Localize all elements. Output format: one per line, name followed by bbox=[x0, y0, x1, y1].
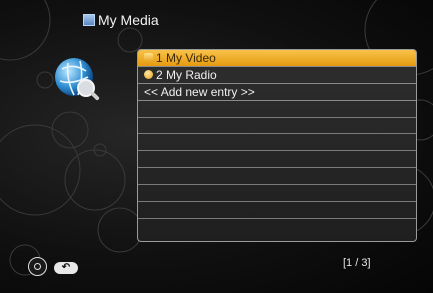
list-item-my-video[interactable]: 1 My Video bbox=[138, 50, 416, 67]
media-list: 1 My Video 2 My Radio << Add new entry >… bbox=[137, 49, 417, 242]
radio-icon bbox=[144, 70, 153, 80]
list-item-empty bbox=[138, 101, 416, 118]
list-item-empty bbox=[138, 151, 416, 169]
media-screen: My Media 1 My Video 2 My Radio << Add ne… bbox=[0, 0, 433, 293]
header: My Media bbox=[83, 10, 159, 30]
navigation-pad-icon[interactable] bbox=[28, 257, 47, 276]
video-folder-icon bbox=[144, 53, 153, 63]
list-item-label: 1 My Video bbox=[156, 50, 216, 65]
list-item-empty bbox=[138, 185, 416, 203]
list-item-label: 2 My Radio bbox=[156, 67, 217, 82]
list-item-my-radio[interactable]: 2 My Radio bbox=[138, 67, 416, 84]
list-item-empty bbox=[138, 168, 416, 186]
list-item-label: << Add new entry >> bbox=[144, 84, 255, 99]
list-item-empty bbox=[138, 118, 416, 135]
back-icon[interactable]: ↶ bbox=[54, 262, 78, 274]
list-item-empty bbox=[138, 202, 416, 219]
list-item-empty bbox=[138, 134, 416, 152]
page-indicator: [1 / 3] bbox=[343, 257, 371, 269]
globe-search-icon bbox=[55, 58, 100, 101]
list-item-empty bbox=[138, 219, 416, 236]
list-item-add-new-entry[interactable]: << Add new entry >> bbox=[138, 84, 416, 101]
media-icon bbox=[83, 14, 95, 26]
page-title: My Media bbox=[98, 12, 159, 28]
